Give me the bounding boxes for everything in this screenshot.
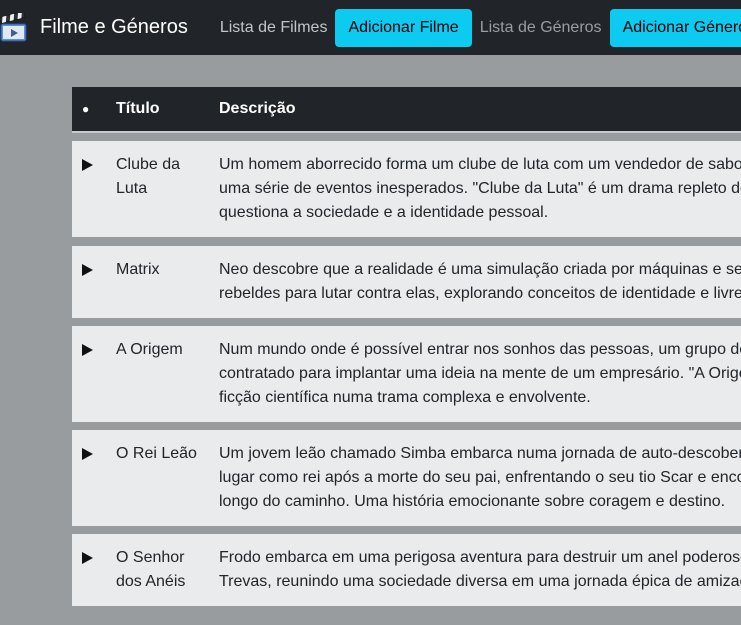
table-row[interactable]: O Rei Leão Um jovem leão chamado Simba e… [72, 430, 741, 526]
header-description: Descrição [219, 100, 296, 117]
expand-triangle-icon[interactable] [82, 159, 93, 171]
film-title: A Origem [116, 341, 183, 358]
header-title: Título [116, 100, 160, 117]
brand-title[interactable]: Filme e Géneros [40, 16, 188, 39]
add-filme-button[interactable]: Adicionar Filme [335, 8, 472, 47]
table-header: ● Título Descrição [72, 87, 741, 133]
film-description: Neo descobre que a realidade é uma simul… [219, 261, 741, 302]
film-description: Frodo embarca em uma perigosa aventura p… [219, 549, 741, 590]
film-title: Matrix [116, 261, 160, 278]
film-title: O Rei Leão [116, 445, 197, 462]
films-table: ● Título Descrição Clube da Luta Um home… [72, 87, 741, 606]
expand-triangle-icon[interactable] [82, 344, 93, 356]
expand-triangle-icon[interactable] [82, 448, 93, 460]
table-row[interactable]: Matrix Neo descobre que a realidade é um… [72, 246, 741, 318]
film-description: Um jovem leão chamado Simba embarca numa… [219, 445, 741, 510]
header-bullet: ● [82, 102, 90, 116]
expand-triangle-icon[interactable] [82, 552, 93, 564]
clapperboard-icon [0, 12, 28, 43]
table-row[interactable]: Clube da Luta Um homem aborrecido forma … [72, 141, 741, 237]
expand-triangle-icon[interactable] [82, 264, 93, 276]
nav-lista-generos[interactable]: Lista de Géneros [472, 19, 610, 37]
film-description: Num mundo onde é possível entrar nos son… [219, 341, 741, 406]
film-description: Um homem aborrecido forma um clube de lu… [219, 156, 741, 221]
table-row[interactable]: A Origem Num mundo onde é possível entra… [72, 326, 741, 422]
film-title: Clube da Luta [116, 156, 181, 197]
film-title: O Senhor dos Anéis [116, 549, 186, 590]
table-row[interactable]: O Senhor dos Anéis Frodo embarca em uma … [72, 534, 741, 606]
navbar: Filme e Géneros Lista de Filmes Adiciona… [0, 0, 741, 55]
add-genero-button[interactable]: Adicionar Género [609, 8, 741, 47]
nav-lista-filmes[interactable]: Lista de Filmes [212, 19, 336, 37]
